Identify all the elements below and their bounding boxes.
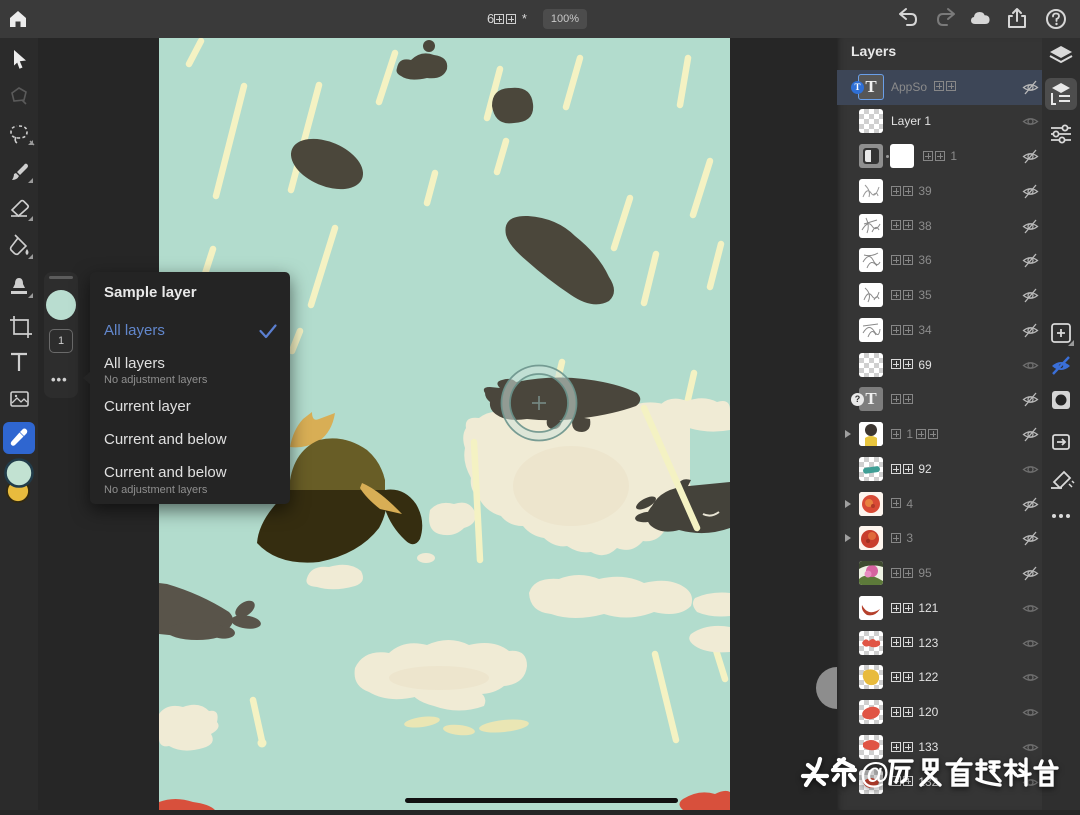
svg-text:@: @ [860, 757, 889, 790]
